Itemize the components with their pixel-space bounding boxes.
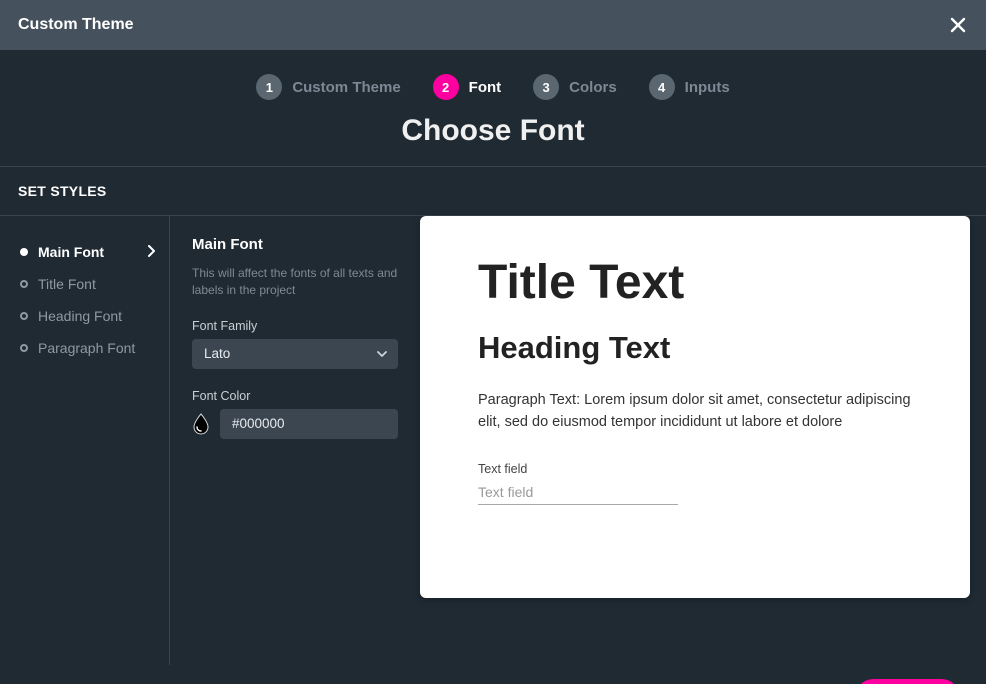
preview-textfield-label: Text field — [478, 462, 912, 476]
stepper: 1 Custom Theme 2 Font 3 Colors 4 Inputs — [256, 74, 729, 100]
step-font[interactable]: 2 Font — [433, 74, 501, 100]
step-custom-theme[interactable]: 1 Custom Theme — [256, 74, 400, 100]
step-number: 3 — [533, 74, 559, 100]
section-title: SET STYLES — [0, 166, 986, 215]
step-number: 2 — [433, 74, 459, 100]
step-number: 4 — [649, 74, 675, 100]
sidebar-item-label: Heading Font — [38, 308, 122, 324]
font-color-row: #000000 — [192, 409, 398, 439]
preview-panel: Title Text Heading Text Paragraph Text: … — [420, 216, 986, 665]
font-color-value: #000000 — [232, 416, 285, 431]
step-label: Colors — [569, 79, 617, 96]
font-family-select[interactable]: Lato — [192, 339, 398, 369]
font-color-label: Font Color — [192, 389, 398, 403]
controls-title: Main Font — [192, 236, 398, 253]
stepper-zone: 1 Custom Theme 2 Font 3 Colors 4 Inputs … — [0, 50, 986, 166]
sidebar-item-title-font[interactable]: Title Font — [20, 268, 163, 300]
style-sidebar: Main Font Title Font Heading Font Paragr… — [0, 216, 170, 665]
sidebar-item-main-font[interactable]: Main Font — [20, 236, 163, 268]
close-icon[interactable] — [948, 15, 968, 35]
step-label: Custom Theme — [292, 79, 400, 96]
step-label: Inputs — [685, 79, 730, 96]
sidebar-item-heading-font[interactable]: Heading Font — [20, 300, 163, 332]
content-columns: Main Font Title Font Heading Font Paragr… — [0, 215, 986, 665]
preview-card: Title Text Heading Text Paragraph Text: … — [420, 216, 970, 598]
page-heading: Choose Font — [0, 114, 986, 148]
step-inputs[interactable]: 4 Inputs — [649, 74, 730, 100]
sidebar-item-label: Title Font — [38, 276, 96, 292]
chevron-down-icon — [376, 346, 388, 361]
dialog-footer: Cancel Back Next — [0, 665, 986, 684]
step-number: 1 — [256, 74, 282, 100]
preview-textfield-input[interactable] — [478, 478, 678, 505]
sidebar-item-label: Paragraph Font — [38, 340, 135, 356]
font-color-input[interactable]: #000000 — [220, 409, 398, 439]
dialog-title: Custom Theme — [18, 16, 134, 34]
chevron-right-icon — [147, 244, 163, 260]
preview-paragraph: Paragraph Text: Lorem ipsum dolor sit am… — [478, 390, 912, 434]
next-button[interactable]: Next — [855, 679, 960, 684]
preview-heading: Heading Text — [478, 330, 912, 366]
step-label: Font — [469, 79, 501, 96]
step-colors[interactable]: 3 Colors — [533, 74, 617, 100]
controls-panel: Main Font This will affect the fonts of … — [170, 216, 420, 665]
bullet-icon — [20, 312, 28, 320]
bullet-icon — [20, 248, 28, 256]
controls-description: This will affect the fonts of all texts … — [192, 265, 398, 299]
bullet-icon — [20, 344, 28, 352]
dialog-titlebar: Custom Theme — [0, 0, 986, 50]
font-family-value: Lato — [204, 346, 230, 361]
bullet-icon — [20, 280, 28, 288]
font-family-label: Font Family — [192, 319, 398, 333]
preview-title: Title Text — [478, 258, 912, 308]
sidebar-item-paragraph-font[interactable]: Paragraph Font — [20, 332, 163, 364]
color-drop-icon[interactable] — [192, 413, 210, 435]
sidebar-item-label: Main Font — [38, 244, 104, 260]
